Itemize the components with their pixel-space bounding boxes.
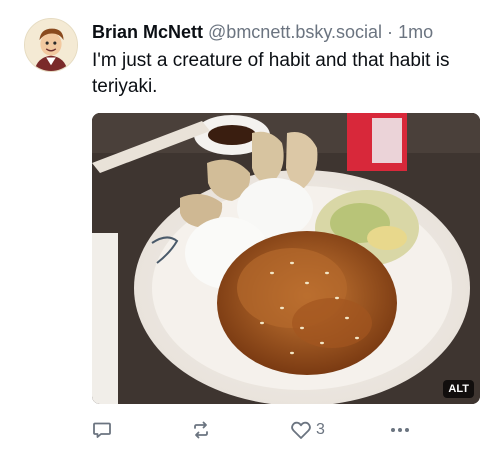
separator-dot: · xyxy=(387,22,394,42)
food-photo xyxy=(92,113,480,404)
speech-bubble-icon xyxy=(93,422,111,438)
author-handle[interactable]: @bmcnett.bsky.social xyxy=(208,22,382,42)
post-timestamp[interactable]: 1mo xyxy=(398,22,433,42)
post-actions: 3 xyxy=(92,418,422,442)
post-image[interactable]: ALT xyxy=(92,113,480,404)
heart-icon xyxy=(291,421,311,439)
author-name[interactable]: Brian McNett xyxy=(92,22,203,42)
like-count: 3 xyxy=(316,421,325,438)
reply-button[interactable] xyxy=(92,418,112,442)
repost-arrows-icon xyxy=(194,421,208,439)
avatar[interactable] xyxy=(24,18,78,72)
more-options-button[interactable] xyxy=(389,418,411,442)
post-header: Brian McNett @bmcnett.bsky.social · 1mo xyxy=(92,20,492,44)
ellipsis-icon xyxy=(391,428,409,432)
avatar-illustration xyxy=(25,19,77,71)
post-text: I'm just a creature of habit and that ha… xyxy=(92,50,450,97)
repost-button[interactable] xyxy=(191,418,211,442)
like-button[interactable]: 3 xyxy=(290,418,325,442)
alt-text-badge[interactable]: ALT xyxy=(443,380,474,398)
post: Brian McNett @bmcnett.bsky.social · 1mo … xyxy=(0,0,500,461)
